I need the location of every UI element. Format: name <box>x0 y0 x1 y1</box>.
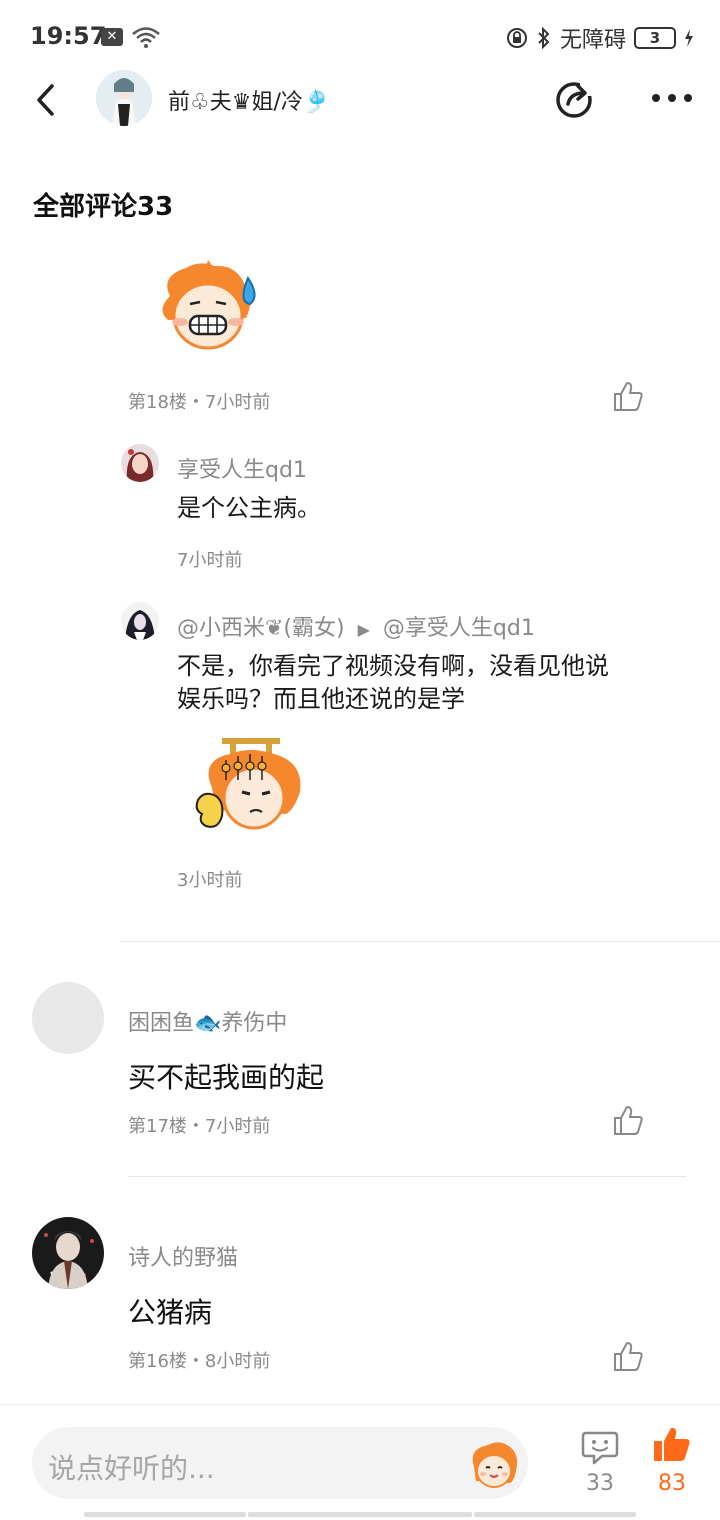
back-arrow-icon[interactable] <box>30 80 64 120</box>
like-icon[interactable] <box>611 1340 645 1374</box>
reply-user-name[interactable]: @小西米❦(霸女) ▶ @享受人生qd1 <box>177 610 535 642</box>
comment-input-placeholder: 说点好听的... <box>48 1452 215 1485</box>
sticker-sweating-emoji <box>162 260 256 350</box>
home-indicator <box>84 1512 246 1517</box>
accessibility-label: 无障碍 <box>559 28 626 53</box>
reply-user-name[interactable]: 享受人生qd1 <box>177 452 307 484</box>
more-icon[interactable] <box>648 88 696 108</box>
like-button[interactable]: 83 <box>646 1425 698 1509</box>
reply-time: 7小时前 <box>177 550 243 571</box>
comment-user-name[interactable]: 困困鱼🐟养伤中 <box>128 1005 287 1037</box>
comment-user-name[interactable]: 诗人的野猫 <box>128 1240 238 1272</box>
reply-target[interactable]: @享受人生qd1 <box>383 616 535 641</box>
comment-avatar[interactable] <box>32 1217 104 1289</box>
top-nav-bar: 前♧夫♛姐/冷🎐 <box>0 64 720 136</box>
comment-count-button[interactable]: 33 <box>578 1427 622 1507</box>
lock-rotation-icon <box>506 28 527 48</box>
thumbs-up-filled-icon <box>654 1427 690 1461</box>
share-icon[interactable] <box>552 76 598 122</box>
comment-text: 买不起我画的起 <box>128 1061 325 1094</box>
like-icon[interactable] <box>611 380 645 414</box>
floor-meta: 第17楼・7小时前 <box>128 1116 271 1137</box>
reply-to-arrow-icon: ▶ <box>357 620 370 639</box>
comment-icon <box>581 1431 619 1465</box>
comment-avatar[interactable] <box>32 982 104 1054</box>
comment-input[interactable]: 说点好听的... <box>32 1427 528 1499</box>
status-bar: 19:57 ✕ 无障碍 3 <box>0 0 720 72</box>
wifi-icon <box>132 27 160 48</box>
like-count: 83 <box>658 1471 686 1496</box>
comments-section-title: 全部评论33 <box>33 192 174 222</box>
reply-avatar[interactable] <box>121 444 159 482</box>
reply-text: 不是，你看完了视频没有啊，没看见他说 娱乐吗？而且他还说的是学 <box>177 650 697 716</box>
battery-icon: 3 <box>634 27 676 49</box>
reply-author[interactable]: @小西米❦(霸女) <box>177 616 345 641</box>
floor-meta: 第16楼・8小时前 <box>128 1351 271 1372</box>
reply-time: 3小时前 <box>177 870 243 891</box>
author-name[interactable]: 前♧夫♛姐/冷🎐 <box>168 84 330 116</box>
author-avatar[interactable] <box>96 70 152 126</box>
bottom-action-bar: 说点好听的... 33 83 <box>0 1404 720 1520</box>
sticker-emperor-emoji <box>195 738 301 830</box>
status-time: 19:57 <box>30 22 107 50</box>
comment-text: 公猪病 <box>128 1296 213 1329</box>
emoji-icon[interactable] <box>466 1437 520 1491</box>
home-indicator <box>248 1512 472 1517</box>
charging-icon <box>685 29 693 47</box>
divider <box>128 1176 686 1177</box>
reply-text-line: 不是，你看完了视频没有啊，没看见他说 <box>177 652 609 680</box>
divider <box>120 941 720 942</box>
comment-count: 33 <box>586 1471 614 1496</box>
reply-text: 是个公主病。 <box>177 494 321 522</box>
bluetooth-icon <box>538 27 550 49</box>
reply-avatar[interactable] <box>121 602 159 640</box>
reply-text-line: 娱乐吗？而且他还说的是学 <box>177 685 465 713</box>
like-icon[interactable] <box>611 1104 645 1138</box>
notification-badge-icon: ✕ <box>101 28 123 46</box>
floor-meta: 第18楼・7小时前 <box>128 392 271 413</box>
home-indicator <box>474 1512 636 1517</box>
status-icons: 无障碍 3 <box>506 22 694 54</box>
